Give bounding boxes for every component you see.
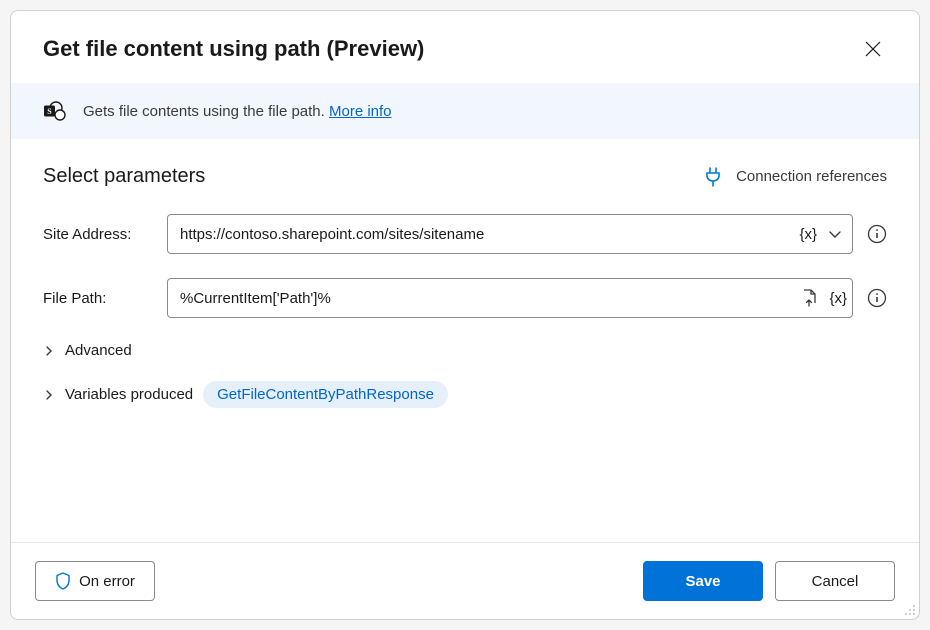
info-banner: S Gets file contents using the file path… [11, 83, 919, 139]
banner-text: Gets file contents using the file path. … [83, 103, 392, 120]
file-path-input-wrap: {x} [167, 278, 853, 318]
advanced-section-toggle[interactable]: Advanced [43, 342, 887, 359]
connection-references-label: Connection references [736, 168, 887, 185]
save-button[interactable]: Save [643, 561, 763, 601]
variable-token-button[interactable]: {x} [799, 226, 817, 243]
close-icon [865, 41, 881, 57]
param-file-path: File Path: {x} [43, 278, 887, 318]
param-site-address: Site Address: {x} [43, 214, 887, 254]
close-button[interactable] [859, 35, 887, 63]
svg-text:S: S [47, 107, 52, 116]
chevron-right-icon [43, 389, 55, 401]
dialog-get-file-content: Get file content using path (Preview) S … [10, 10, 920, 620]
site-address-label: Site Address: [43, 226, 153, 243]
variables-produced-toggle[interactable]: Variables produced GetFileContentByPathR… [43, 381, 887, 408]
resize-grip-icon[interactable] [903, 603, 917, 617]
site-address-input[interactable] [167, 214, 853, 254]
plug-icon [704, 167, 722, 187]
site-address-suffix: {x} [799, 222, 847, 246]
footer-right: Save Cancel [643, 561, 895, 601]
connection-references-button[interactable]: Connection references [704, 167, 887, 187]
file-picker-button[interactable] [797, 284, 823, 312]
more-info-link[interactable]: More info [329, 103, 392, 120]
info-icon [867, 288, 887, 308]
variable-token-button[interactable]: {x} [829, 290, 847, 307]
file-path-label: File Path: [43, 290, 153, 307]
site-address-input-wrap: {x} [167, 214, 853, 254]
dialog-body: Select parameters Connection references … [11, 139, 919, 542]
cancel-button[interactable]: Cancel [775, 561, 895, 601]
variable-chip[interactable]: GetFileContentByPathResponse [203, 381, 448, 408]
banner-description: Gets file contents using the file path. [83, 103, 329, 120]
variables-produced-label: Variables produced [65, 386, 193, 403]
sharepoint-icon: S [43, 101, 67, 121]
dialog-header: Get file content using path (Preview) [11, 11, 919, 83]
chevron-right-icon [43, 345, 55, 357]
file-picker-icon [801, 288, 819, 308]
file-path-suffix: {x} [797, 284, 847, 312]
on-error-label: On error [79, 573, 135, 590]
file-path-info-button[interactable] [867, 288, 887, 308]
chevron-down-icon [827, 226, 843, 242]
site-address-dropdown-button[interactable] [823, 222, 847, 246]
site-address-info-button[interactable] [867, 224, 887, 244]
shield-icon [55, 572, 71, 590]
file-path-input[interactable] [167, 278, 853, 318]
info-icon [867, 224, 887, 244]
section-header: Select parameters Connection references [43, 165, 887, 188]
cancel-label: Cancel [812, 573, 859, 590]
advanced-label: Advanced [65, 342, 132, 359]
save-label: Save [685, 573, 720, 590]
section-title: Select parameters [43, 165, 205, 188]
dialog-title: Get file content using path (Preview) [43, 36, 424, 62]
on-error-button[interactable]: On error [35, 561, 155, 601]
dialog-footer: On error Save Cancel [11, 542, 919, 619]
